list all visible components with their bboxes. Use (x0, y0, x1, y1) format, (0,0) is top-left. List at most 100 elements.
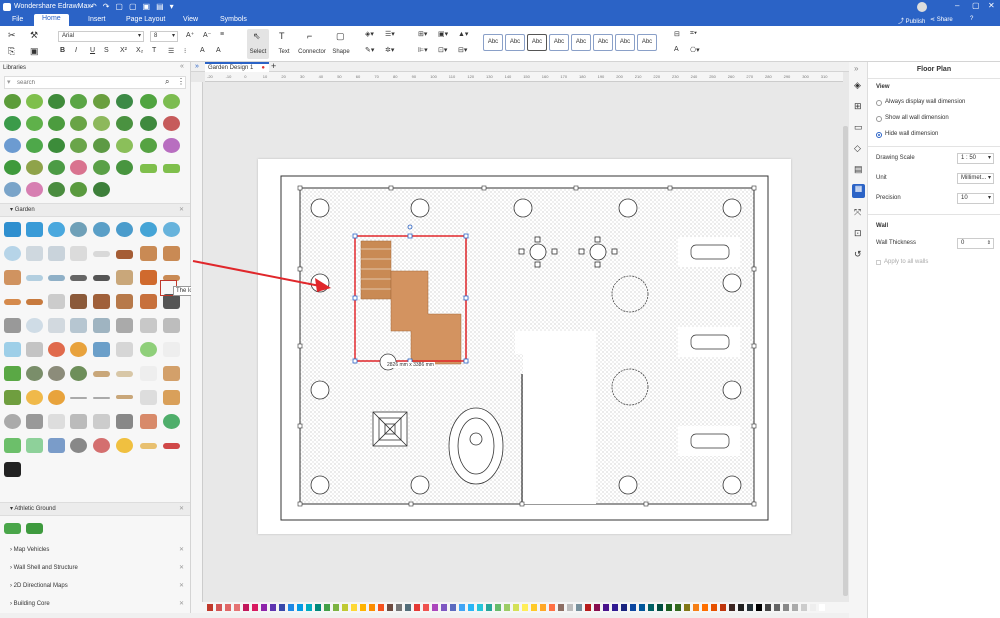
plant-symbol[interactable] (4, 138, 21, 153)
close-section-icon[interactable]: ✕ (179, 503, 184, 515)
garden-symbol[interactable] (163, 366, 180, 381)
color-swatch[interactable] (504, 604, 510, 611)
garden-symbol[interactable] (140, 414, 157, 429)
plant-symbol[interactable] (116, 116, 133, 131)
garden-symbol[interactable] (93, 371, 110, 377)
garden-symbol[interactable] (93, 414, 110, 429)
garden-symbol[interactable] (163, 318, 180, 333)
color-swatch[interactable] (369, 604, 375, 611)
garden-symbol[interactable] (116, 342, 133, 357)
garden-symbol[interactable] (4, 414, 21, 429)
style-sample-2[interactable]: Abc (505, 34, 525, 51)
color-swatch[interactable] (432, 604, 438, 611)
collapse-panel-icon[interactable]: « (180, 63, 184, 70)
radio-always-display[interactable] (876, 100, 882, 106)
color-swatch[interactable] (531, 604, 537, 611)
group-icon[interactable]: ▣▾ (438, 30, 448, 38)
garden-symbol[interactable] (163, 342, 180, 357)
garden-symbol[interactable] (4, 270, 21, 285)
color-swatch[interactable] (459, 604, 465, 611)
garden-symbol[interactable] (48, 275, 65, 281)
style-sample-3[interactable]: Abc (527, 34, 547, 51)
bullets-icon[interactable]: ⁝ (184, 47, 186, 55)
italic-icon[interactable]: I (75, 47, 77, 54)
color-swatch[interactable] (216, 604, 222, 611)
collapse-icon[interactable]: » (195, 63, 199, 70)
fill-icon[interactable]: ◈▾ (365, 30, 374, 38)
garden-symbol[interactable] (70, 414, 87, 429)
color-swatch[interactable] (819, 604, 825, 611)
plant-symbol[interactable] (140, 116, 157, 131)
garden-symbol[interactable] (48, 438, 65, 453)
style-sample-5[interactable]: Abc (571, 34, 591, 51)
garden-symbol[interactable] (93, 294, 110, 309)
color-swatch[interactable] (450, 604, 456, 611)
plant-symbol[interactable] (163, 138, 180, 153)
color-swatch[interactable] (306, 604, 312, 611)
quick-access-icons[interactable]: ↶↷▢▢▣▤▾ (90, 2, 180, 11)
garden-symbol[interactable] (48, 246, 65, 261)
share-button[interactable]: ⋖ Share (930, 16, 953, 23)
plant-symbol[interactable] (48, 182, 65, 197)
color-swatch[interactable] (477, 604, 483, 611)
garden-symbol[interactable] (26, 275, 43, 281)
layers-panel-icon[interactable]: ◇ (854, 143, 861, 154)
color-swatch[interactable] (648, 604, 654, 611)
color-swatch[interactable] (576, 604, 582, 611)
garden-symbol[interactable] (163, 414, 180, 429)
plant-symbol[interactable] (48, 138, 65, 153)
athletic-symbol[interactable] (4, 523, 21, 534)
close-section-icon[interactable]: ✕ (179, 204, 184, 216)
color-swatch[interactable] (702, 604, 708, 611)
color-swatch[interactable] (387, 604, 393, 611)
color-swatch[interactable] (774, 604, 780, 611)
select-tool-button[interactable]: ⇖ Select (247, 29, 269, 59)
garden-symbol[interactable] (70, 397, 87, 399)
garden-symbol[interactable] (4, 366, 21, 381)
garden-symbol[interactable] (4, 299, 21, 305)
text-color-icon[interactable]: A (200, 47, 205, 54)
text-tool-button[interactable]: T Text (274, 29, 294, 59)
presentation-panel-icon[interactable]: ⊡ (854, 228, 862, 239)
arrange-icon[interactable]: ⊞▾ (418, 30, 427, 38)
plant-symbol[interactable] (26, 160, 43, 175)
color-swatch[interactable] (522, 604, 528, 611)
format-painter-icon[interactable]: ⚒ (30, 30, 38, 41)
plant-symbol[interactable] (93, 116, 110, 131)
garden-symbol[interactable] (48, 294, 65, 309)
line-style-icon[interactable]: ☰▾ (385, 30, 395, 38)
color-swatch[interactable] (801, 604, 807, 611)
garden-symbol[interactable] (116, 222, 133, 237)
color-swatch[interactable] (270, 604, 276, 611)
athletic-symbol[interactable] (26, 523, 43, 534)
plant-symbol[interactable] (26, 182, 43, 197)
color-swatch[interactable] (261, 604, 267, 611)
color-swatch[interactable] (315, 604, 321, 611)
text-format-icon[interactable]: T (152, 47, 156, 54)
drawing-page[interactable]: 2826 mm x 3386 mm (258, 159, 791, 534)
plant-symbol[interactable] (140, 164, 157, 173)
garden-symbol[interactable] (140, 390, 157, 405)
plant-symbol[interactable] (26, 94, 43, 109)
color-swatch[interactable] (693, 604, 699, 611)
publish-button[interactable]: ⤴ Publish (898, 16, 925, 25)
color-swatch[interactable] (675, 604, 681, 611)
plant-symbol[interactable] (163, 164, 180, 173)
library-search[interactable]: ▾ ⌕ ⋮ (4, 76, 186, 89)
lock-icon[interactable]: ⊟▾ (458, 46, 467, 54)
fit-panel-icon[interactable]: ⤧ (854, 207, 861, 218)
color-swatch[interactable] (594, 604, 600, 611)
color-swatch[interactable] (549, 604, 555, 611)
plant-symbol[interactable] (163, 94, 180, 109)
garden-symbol[interactable] (116, 270, 133, 285)
garden-symbol[interactable] (48, 222, 65, 237)
color-swatch[interactable] (207, 604, 213, 611)
align-icon[interactable]: ≡ (220, 31, 224, 38)
menu-view[interactable]: View (175, 15, 206, 24)
font-family-select[interactable]: Arial ▾ (58, 31, 144, 42)
garden-symbol[interactable] (163, 443, 180, 449)
close-tab-icon[interactable]: ● (261, 64, 265, 72)
color-swatch[interactable] (423, 604, 429, 611)
option-hide-wall[interactable]: Hide wall dimension (885, 131, 938, 137)
garden-symbol[interactable] (48, 366, 65, 381)
